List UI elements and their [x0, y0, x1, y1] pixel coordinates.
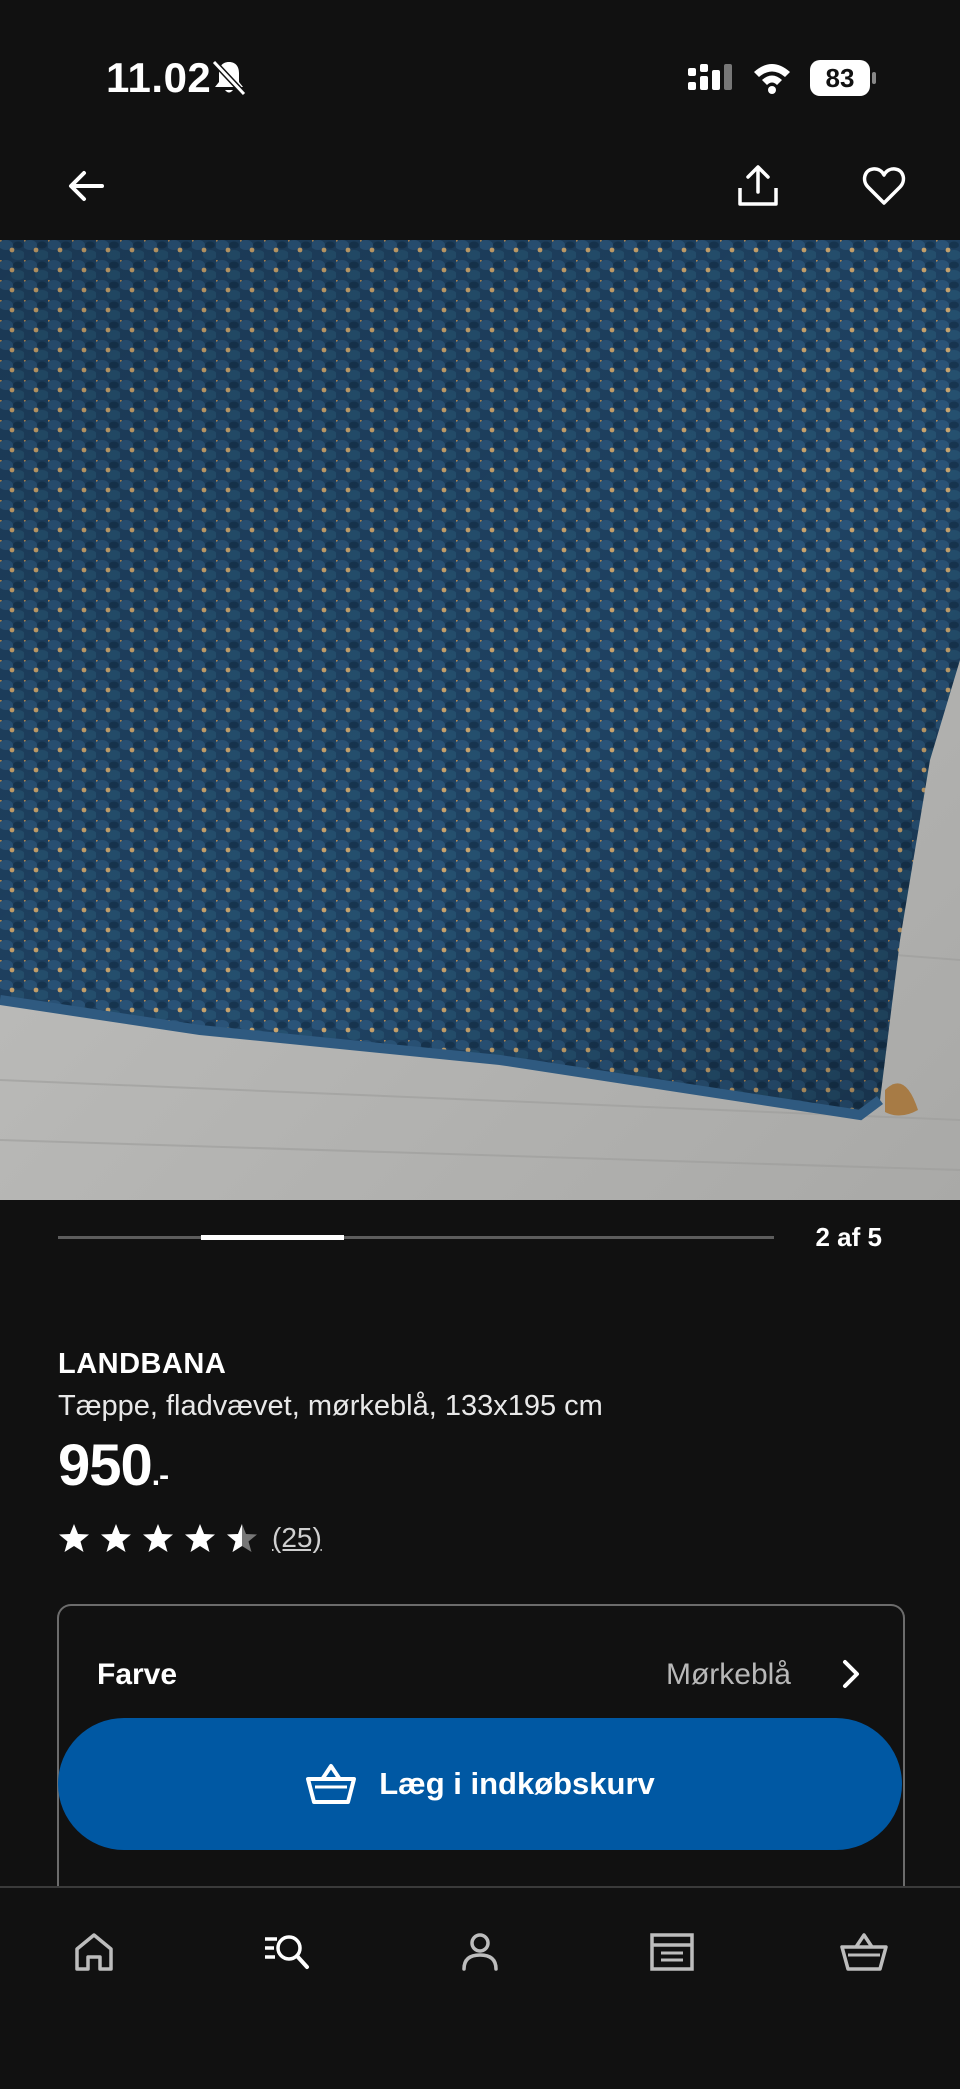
status-time: 11.02	[106, 54, 212, 101]
basket-icon	[840, 1933, 888, 1971]
carousel-track[interactable]	[58, 1235, 774, 1240]
battery-level: 83	[810, 60, 870, 96]
search-icon	[265, 1935, 309, 1969]
nav-search[interactable]	[256, 1922, 316, 1982]
heart-icon	[862, 167, 906, 205]
star-full-icon	[143, 1524, 173, 1552]
color-option-value[interactable]: Mørkeblå	[666, 1658, 791, 1692]
product-price: 950.-	[58, 1432, 169, 1499]
star-half-icon	[227, 1524, 257, 1552]
chevron-right-icon[interactable]	[833, 1654, 869, 1694]
home-icon	[75, 1933, 113, 1971]
star-full-icon	[185, 1524, 215, 1552]
nav-stores[interactable]	[642, 1922, 702, 1982]
nav-profile[interactable]	[450, 1922, 510, 1982]
wifi-icon	[754, 64, 790, 94]
product-name: LANDBANA	[58, 1348, 227, 1380]
share-button[interactable]	[728, 156, 788, 216]
favorite-button[interactable]	[854, 156, 914, 216]
star-full-icon	[59, 1524, 89, 1552]
add-to-cart-label: Læg i indkøbskurv	[379, 1766, 655, 1801]
rug-photo	[0, 240, 960, 1200]
price-value: 950	[58, 1433, 153, 1498]
nav-home[interactable]	[64, 1922, 124, 1982]
review-count-link[interactable]: (25)	[272, 1522, 322, 1554]
status-bar: 11.02 83	[0, 0, 960, 150]
arrow-left-icon	[69, 171, 104, 201]
product-description: Tæppe, fladvævet, mørkeblå, 133x195 cm	[58, 1390, 603, 1422]
store-icon	[650, 1933, 694, 1971]
product-image[interactable]	[0, 240, 960, 1200]
carousel-position	[201, 1235, 345, 1240]
bottom-navigation	[0, 1886, 960, 2089]
signal-icon	[688, 64, 732, 90]
battery-cap	[872, 72, 876, 84]
color-option-label: Farve	[97, 1658, 178, 1691]
muted-bell-icon	[211, 59, 247, 97]
carousel-pager: 2 af 5	[815, 1222, 883, 1252]
battery-indicator: 83	[810, 60, 876, 96]
top-app-bar	[0, 150, 960, 240]
nav-basket[interactable]	[834, 1922, 894, 1982]
profile-icon	[462, 1933, 498, 1971]
product-rating[interactable]: (25)	[58, 1520, 322, 1556]
carousel-indicator: 2 af 5	[0, 1200, 960, 1280]
back-button[interactable]	[56, 156, 116, 216]
basket-icon	[306, 1764, 357, 1804]
star-full-icon	[101, 1524, 131, 1552]
share-icon	[738, 165, 778, 206]
add-to-cart-button[interactable]: Læg i indkøbskurv	[58, 1718, 902, 1850]
price-suffix: .-	[151, 1459, 169, 1492]
